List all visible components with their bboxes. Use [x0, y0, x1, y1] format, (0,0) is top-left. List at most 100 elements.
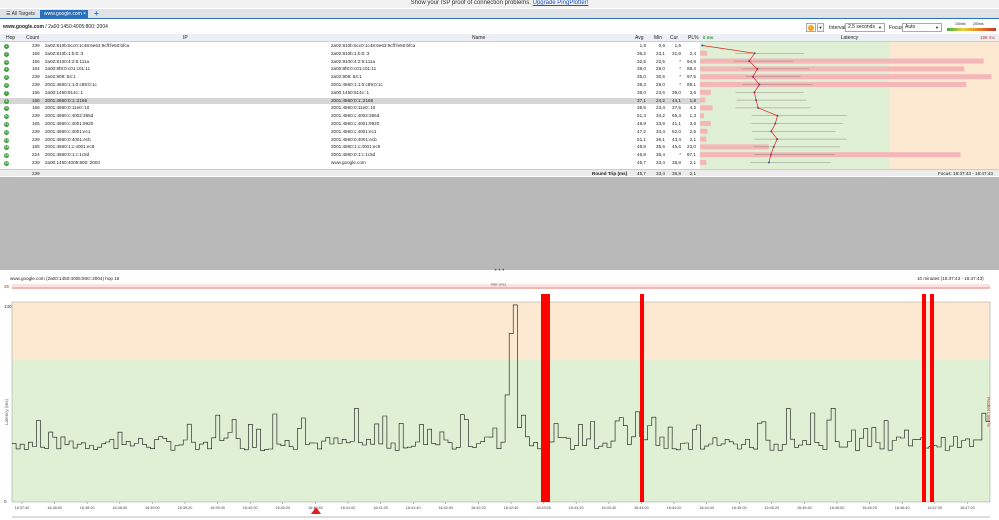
- x-tick-label: 16:44:40: [699, 506, 714, 510]
- cell-ip: 2a00:8f8:0:c01:c01:11: [45, 66, 91, 72]
- packet-loss-bar: [700, 128, 708, 134]
- col-ip[interactable]: IP: [183, 34, 188, 42]
- cell-cur: *: [679, 82, 681, 87]
- table-row[interactable]: 16 239 2a00:1450:4005:800::2004 www.google.…: [0, 160, 700, 166]
- cell-avg: 45,7: [637, 160, 646, 165]
- close-icon[interactable]: ×: [83, 10, 86, 19]
- cell-ip: 2a00:1450:814c::1: [45, 89, 84, 95]
- cell-pl: 2,4: [689, 50, 696, 56]
- table-row[interactable]: 4 164 2a00:8f8:0:c01:c01:11 2a00:8f8:0:c01:…: [0, 66, 700, 73]
- timeline-range: 10 minutes (16:37:43 - 16:47:43): [917, 276, 984, 281]
- packet-loss-bar: [700, 136, 707, 142]
- cell-avg: 32,5: [637, 58, 646, 64]
- col-min[interactable]: Min: [654, 34, 662, 42]
- table-row[interactable]: 3 156 2a02:8100:4:2:6:111a 2a02:8100:4:2:6:…: [0, 59, 700, 65]
- cell-cur: 43,4: [672, 136, 681, 142]
- x-tick-label: 16:38:40: [112, 506, 127, 510]
- table-row[interactable]: 12 239 2001:4860:c:4001:ec1 2001:4860:c:400…: [0, 129, 700, 135]
- table-row[interactable]: 9 166 2001:4860:0:11e0::10 2001:4860:0:11e0…: [0, 105, 700, 112]
- tab-google[interactable]: www.google.com ×: [40, 10, 88, 19]
- table-row[interactable]: 10 239 2001:4860:c:4002:365d 2001:4860:c:40…: [0, 113, 700, 120]
- cell-avg: 38,0: [637, 66, 646, 72]
- table-row[interactable]: 13 239 2001:4860:0:4001:ecb 2001:4860:0:400…: [0, 137, 700, 143]
- x-tick-label: 16:41:40: [406, 506, 421, 510]
- x-tick-label: 16:44:00: [634, 506, 649, 510]
- cell-name: 2a00:1450:814c::1: [331, 89, 370, 95]
- cell-cur: *: [679, 74, 681, 80]
- col-avg[interactable]: Avg: [635, 34, 644, 42]
- hop-status-icon: 11: [4, 122, 9, 127]
- packet-loss-bar: [700, 113, 704, 119]
- col-name[interactable]: Name: [472, 34, 485, 42]
- x-tick-label: 16:39:00: [145, 506, 160, 510]
- cell-pl: 1,3: [689, 113, 696, 119]
- col-cur[interactable]: Cur: [670, 34, 678, 42]
- table-row[interactable]: 11 165 2001:4860:c:4001:9920 2001:4860:c:40…: [0, 121, 700, 127]
- cell-ip: 2001:4860:0:4001:ecb: [45, 136, 91, 142]
- cell-name: 2001:4860:0:1:c:1c5d: [331, 152, 376, 158]
- cell-ip: 2a02:810b:1:b:0::3: [45, 50, 84, 56]
- latency-scale-bar: [947, 28, 996, 31]
- footer-pl: 2,1: [689, 171, 696, 176]
- hop-status-icon: 10: [4, 114, 9, 120]
- col-hop[interactable]: Hop: [6, 34, 15, 42]
- col-count[interactable]: Count: [26, 34, 39, 42]
- table-row[interactable]: 5 239 2a02:908::54:1 2a02:908::54:1 35,0 30,5…: [0, 74, 700, 81]
- table-row[interactable]: 8 166 2001:4860:0:1::2166 2001:4860:0:1::21…: [0, 97, 700, 104]
- cell-pl: 1,8: [689, 97, 696, 103]
- play-options-dropdown[interactable]: ▼: [817, 23, 824, 32]
- table-row[interactable]: 2 166 2a02:810b:1:b:0::3 2a02:810b:1:b:0::3…: [0, 51, 700, 57]
- cell-name: 2001:4860:c:4001:ec1: [331, 128, 377, 134]
- interval-select[interactable]: 2.5 seconds ▼: [845, 23, 885, 32]
- cell-name: 2a02:8100:4:2:6:111a: [331, 58, 376, 64]
- x-tick-label: 16:40:00: [243, 506, 258, 510]
- cell-ip: 2001:4860:0:1::2166: [45, 97, 88, 103]
- cell-avg: 48,8: [637, 144, 646, 150]
- x-tick-label: 16:41:20: [373, 506, 388, 510]
- cell-min: 33,9: [656, 121, 665, 126]
- table-row[interactable]: 7 166 2a00:1450:814c::1 2a00:1450:814c::1 36…: [0, 90, 700, 96]
- cell-avg: 38,5: [637, 105, 646, 111]
- cell-pl: 4,2: [689, 105, 696, 111]
- upgrade-link[interactable]: Upgrade PingPlotter!: [533, 0, 589, 6]
- hop-status-icon: 13: [4, 137, 9, 143]
- play-button[interactable]: [806, 23, 816, 32]
- focus-label: Focus: [889, 25, 903, 31]
- col-latency[interactable]: Latency: [841, 35, 859, 41]
- hop-status-icon: 2: [4, 51, 9, 57]
- cell-avg: 39,3: [637, 82, 646, 87]
- warn-zone: [12, 302, 990, 360]
- cell-pl: 2,5: [689, 128, 696, 134]
- record-icon: [808, 25, 814, 31]
- cell-cur: 41,1: [672, 121, 681, 126]
- x-tick-label: 16:46:00: [830, 506, 845, 510]
- cell-cur: 52,0: [672, 128, 681, 134]
- tab-bar: ☰ All Targets www.google.com × +: [0, 9, 999, 19]
- cell-avg: 37,1: [637, 97, 646, 103]
- tab-all-targets[interactable]: ☰ All Targets: [2, 10, 39, 19]
- upgrade-banner: Show your ISP proof of connection proble…: [0, 0, 999, 8]
- x-tick-label: 16:46:20: [862, 506, 877, 510]
- toolbar-controls: ▼ Interval 2.5 seconds ▼ Focus Auto ▼ 100m…: [806, 22, 999, 33]
- x-tick-label: 16:47:20: [960, 506, 975, 510]
- footer-cur: 36,8: [672, 171, 681, 176]
- cell-name: 2001:4860:c:4002:365d: [331, 113, 380, 119]
- cell-min: 35,6: [656, 144, 665, 150]
- add-tab-button[interactable]: +: [90, 10, 99, 18]
- cell-avg: 36,0: [637, 89, 646, 95]
- y-axis-max: 140: [4, 304, 12, 309]
- packet-loss-bar: [700, 89, 711, 95]
- latency-graph: [700, 42, 999, 169]
- cell-cur: 1,5: [674, 43, 681, 48]
- table-row[interactable]: 15 224 2001:4860:0:1:c:1c5d 2001:4860:0:1:c…: [0, 152, 700, 159]
- x-tick-label: 16:45:40: [797, 506, 812, 510]
- table-row[interactable]: 6 239 2001:4860:1:1:0:c89:0:1c 2001:4860:1:…: [0, 82, 700, 88]
- table-row[interactable]: 1 239 2a02:810b:5cc0:1c48:6e63:9cff:fe50:b…: [0, 43, 700, 49]
- cell-min: 28,0: [656, 66, 665, 72]
- table-row[interactable]: 14 165 2001:4860:1:c:4001:ec9 2001:4860:1:c…: [0, 144, 700, 151]
- focus-select[interactable]: Auto ▼: [902, 23, 942, 32]
- timeline-title: www.google.com (2a00:1450:4005:800::2004…: [10, 276, 120, 281]
- target-address: 2a00:1450:4005:800::2004: [48, 24, 108, 30]
- col-pl[interactable]: PL%: [688, 34, 699, 42]
- latency-timeline-chart[interactable]: 35 Jitter (ms) 140 0 Latency (ms) Packet Loss…: [0, 282, 999, 520]
